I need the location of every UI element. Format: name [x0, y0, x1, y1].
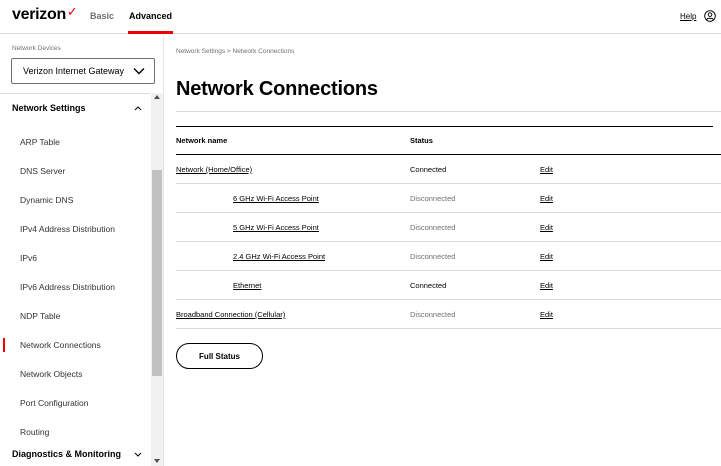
active-item-indicator: [3, 338, 5, 352]
sidebar-item-routing[interactable]: Routing: [0, 418, 150, 446]
sidebar-item-network-connections[interactable]: Network Connections: [0, 331, 150, 359]
table-top-rule: [176, 126, 713, 127]
table-row: 5 GHz Wi-Fi Access Point Disconnected Ed…: [176, 213, 721, 242]
device-select[interactable]: Verizon Internet Gateway: [11, 58, 155, 84]
edit-link[interactable]: Edit: [540, 194, 553, 203]
sidebar-item-label: NDP Table: [20, 311, 61, 321]
table-row: Network (Home/Office) Connected Edit: [176, 155, 721, 184]
full-status-button[interactable]: Full Status: [176, 343, 263, 369]
sidebar-item-label: Network Connections: [20, 340, 101, 350]
chevron-down-icon[interactable]: [134, 452, 142, 458]
sidebar-item-label: Routing: [20, 427, 50, 437]
network-name-link[interactable]: Network (Home/Office): [176, 165, 252, 174]
sidebar-item-label: DNS Server: [20, 166, 66, 176]
status-text: Connected: [410, 281, 447, 290]
edit-link[interactable]: Edit: [540, 165, 553, 174]
table-row: 6 GHz Wi-Fi Access Point Disconnected Ed…: [176, 184, 721, 213]
user-circle-icon[interactable]: [704, 10, 716, 22]
sidebar-divider: [0, 93, 150, 94]
breadcrumb: Network Settings > Network Connections: [176, 48, 295, 55]
sidebar-item-dns-server[interactable]: DNS Server: [0, 157, 150, 185]
network-name-link[interactable]: Ethernet: [233, 281, 261, 290]
section-network-settings[interactable]: Network Settings: [12, 103, 86, 113]
sidebar-item-port-configuration[interactable]: Port Configuration: [0, 389, 150, 417]
sidebar: Network Devices Verizon Internet Gateway…: [0, 35, 164, 466]
sidebar-item-ipv6-address-distribution[interactable]: IPv6 Address Distribution: [0, 273, 150, 301]
table-row: Ethernet Connected Edit: [176, 271, 721, 300]
verizon-logo[interactable]: verizon✓: [12, 4, 78, 24]
edit-link[interactable]: Edit: [540, 223, 553, 232]
chevron-up-icon[interactable]: [134, 105, 142, 111]
active-tab-indicator: [128, 31, 173, 34]
status-text: Disconnected: [410, 194, 456, 203]
edit-link[interactable]: Edit: [540, 281, 553, 290]
sidebar-item-label: ARP Table: [20, 137, 60, 147]
top-bar: verizon✓ Basic Advanced Help: [0, 0, 721, 34]
table-row: 2.4 GHz Wi-Fi Access Point Disconnected …: [176, 242, 721, 271]
network-devices-label: Network Devices: [12, 45, 61, 52]
sidebar-item-network-objects[interactable]: Network Objects: [0, 360, 150, 388]
status-text: Disconnected: [410, 223, 456, 232]
sidebar-item-ipv4-address-distribution[interactable]: IPv4 Address Distribution: [0, 215, 150, 243]
network-name-link[interactable]: 2.4 GHz Wi-Fi Access Point: [233, 252, 325, 261]
tab-basic[interactable]: Basic: [90, 11, 114, 21]
section-diagnostics-monitoring[interactable]: Diagnostics & Monitoring: [12, 449, 121, 459]
status-text: Disconnected: [410, 252, 456, 261]
sidebar-item-label: IPv6: [20, 253, 38, 263]
tab-advanced[interactable]: Advanced: [129, 11, 172, 21]
sidebar-item-label: IPv4 Address Distribution: [20, 224, 115, 234]
sidebar-scrollbar-thumb[interactable]: [152, 170, 162, 376]
network-name-link[interactable]: 6 GHz Wi-Fi Access Point: [233, 194, 319, 203]
edit-link[interactable]: Edit: [540, 310, 553, 319]
edit-link[interactable]: Edit: [540, 252, 553, 261]
sidebar-item-label: Dynamic DNS: [20, 195, 74, 205]
help-link[interactable]: Help: [680, 12, 696, 21]
column-header-status: Status: [410, 136, 433, 145]
checkmark-icon: ✓: [66, 4, 78, 19]
sidebar-item-dynamic-dns[interactable]: Dynamic DNS: [0, 186, 150, 214]
sidebar-item-label: IPv6 Address Distribution: [20, 282, 115, 292]
chevron-down-icon: [133, 68, 145, 75]
title-divider: [176, 111, 721, 112]
scroll-down-arrow-icon[interactable]: [154, 459, 160, 463]
status-text: Disconnected: [410, 310, 456, 319]
column-header-network-name: Network name: [176, 136, 228, 145]
sidebar-item-arp-table[interactable]: ARP Table: [0, 128, 150, 156]
sidebar-item-ndp-table[interactable]: NDP Table: [0, 302, 150, 330]
page-title: Network Connections: [176, 78, 378, 100]
sidebar-item-label: Port Configuration: [20, 398, 89, 408]
sidebar-item-label: Network Objects: [20, 369, 83, 379]
scroll-up-arrow-icon[interactable]: [154, 95, 160, 99]
status-text: Connected: [410, 165, 447, 174]
network-name-link[interactable]: 5 GHz Wi-Fi Access Point: [233, 223, 319, 232]
brand-text: verizon: [12, 6, 66, 23]
table-row: Broadband Connection (Cellular) Disconne…: [176, 300, 721, 329]
network-name-link[interactable]: Broadband Connection (Cellular): [176, 310, 285, 319]
device-select-value: Verizon Internet Gateway: [23, 66, 125, 76]
sidebar-item-ipv6[interactable]: IPv6: [0, 244, 150, 272]
